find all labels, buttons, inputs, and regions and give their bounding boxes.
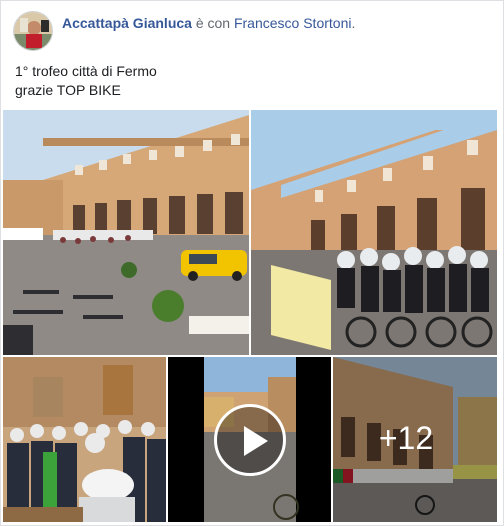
gallery-photo-3[interactable]	[3, 357, 166, 522]
avatar-image	[14, 12, 52, 50]
gallery-video[interactable]	[168, 357, 331, 522]
gallery-photo-more[interactable]: +12	[333, 357, 497, 522]
gallery-photo-2[interactable]	[251, 110, 497, 355]
post-caption: 1° trofeo città di Fermo grazie TOP BIKE	[15, 62, 157, 100]
cyclists-start-photo	[251, 110, 497, 355]
crowd-photo	[3, 357, 166, 522]
caption-line: grazie TOP BIKE	[15, 82, 121, 98]
post-header-text: Accattapà Gianluca è con Francesco Stort…	[62, 14, 355, 32]
author-name-link[interactable]: Accattapà Gianluca	[62, 15, 192, 31]
photo-gallery: +12	[1, 108, 504, 524]
with-text: è con	[195, 15, 231, 31]
piazza-photo	[3, 110, 249, 355]
author-avatar[interactable]	[13, 11, 53, 51]
more-photos-count: +12	[378, 420, 434, 456]
gallery-photo-1[interactable]	[3, 110, 249, 355]
facebook-post: Accattapà Gianluca è con Francesco Stort…	[0, 0, 504, 526]
caption-line: 1° trofeo città di Fermo	[15, 63, 157, 79]
tag-suffix: .	[351, 15, 356, 31]
tagged-user-link[interactable]: Francesco Stortoni	[234, 15, 352, 31]
play-icon[interactable]	[214, 404, 286, 476]
more-photos-overlay[interactable]: +12	[333, 357, 497, 522]
post-header: Accattapà Gianluca è con Francesco Stort…	[13, 11, 355, 55]
